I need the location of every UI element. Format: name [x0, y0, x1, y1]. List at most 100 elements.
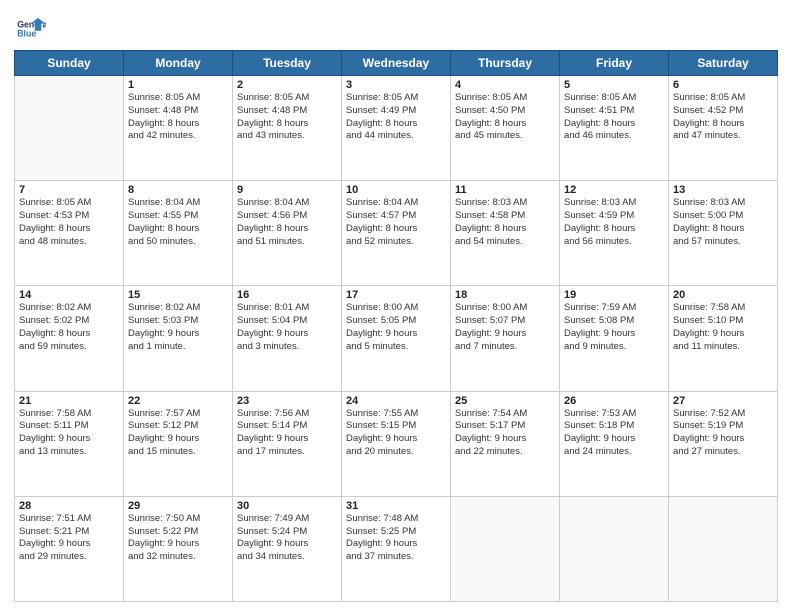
- day-info: Sunrise: 8:03 AM Sunset: 4:59 PM Dayligh…: [564, 197, 664, 248]
- day-info: Sunrise: 7:57 AM Sunset: 5:12 PM Dayligh…: [128, 408, 228, 459]
- day-number: 2: [237, 79, 337, 91]
- col-wednesday: Wednesday: [342, 51, 451, 76]
- day-info: Sunrise: 8:02 AM Sunset: 5:02 PM Dayligh…: [19, 302, 119, 353]
- day-info: Sunrise: 7:58 AM Sunset: 5:10 PM Dayligh…: [673, 302, 773, 353]
- calendar-cell: 15Sunrise: 8:02 AM Sunset: 5:03 PM Dayli…: [124, 286, 233, 391]
- day-number: 9: [237, 184, 337, 196]
- day-number: 22: [128, 395, 228, 407]
- calendar-cell: 3Sunrise: 8:05 AM Sunset: 4:49 PM Daylig…: [342, 76, 451, 181]
- col-sunday: Sunday: [15, 51, 124, 76]
- col-monday: Monday: [124, 51, 233, 76]
- calendar-cell: [560, 496, 669, 601]
- day-number: 26: [564, 395, 664, 407]
- day-info: Sunrise: 7:58 AM Sunset: 5:11 PM Dayligh…: [19, 408, 119, 459]
- day-info: Sunrise: 8:05 AM Sunset: 4:50 PM Dayligh…: [455, 92, 555, 143]
- day-info: Sunrise: 7:53 AM Sunset: 5:18 PM Dayligh…: [564, 408, 664, 459]
- day-info: Sunrise: 8:05 AM Sunset: 4:49 PM Dayligh…: [346, 92, 446, 143]
- calendar-cell: 25Sunrise: 7:54 AM Sunset: 5:17 PM Dayli…: [451, 391, 560, 496]
- day-number: 1: [128, 79, 228, 91]
- day-info: Sunrise: 7:48 AM Sunset: 5:25 PM Dayligh…: [346, 513, 446, 564]
- day-number: 24: [346, 395, 446, 407]
- day-info: Sunrise: 8:03 AM Sunset: 4:58 PM Dayligh…: [455, 197, 555, 248]
- page: General Blue Sunday Monday Tuesday Wedne…: [0, 0, 792, 612]
- day-number: 29: [128, 500, 228, 512]
- calendar-cell: 2Sunrise: 8:05 AM Sunset: 4:48 PM Daylig…: [233, 76, 342, 181]
- day-number: 27: [673, 395, 773, 407]
- day-number: 6: [673, 79, 773, 91]
- day-info: Sunrise: 8:05 AM Sunset: 4:53 PM Dayligh…: [19, 197, 119, 248]
- day-number: 28: [19, 500, 119, 512]
- calendar-cell: 24Sunrise: 7:55 AM Sunset: 5:15 PM Dayli…: [342, 391, 451, 496]
- calendar-cell: [669, 496, 778, 601]
- day-info: Sunrise: 7:59 AM Sunset: 5:08 PM Dayligh…: [564, 302, 664, 353]
- header: General Blue: [14, 10, 778, 42]
- day-number: 18: [455, 289, 555, 301]
- calendar-cell: 19Sunrise: 7:59 AM Sunset: 5:08 PM Dayli…: [560, 286, 669, 391]
- calendar-cell: 11Sunrise: 8:03 AM Sunset: 4:58 PM Dayli…: [451, 181, 560, 286]
- day-number: 12: [564, 184, 664, 196]
- calendar-cell: 27Sunrise: 7:52 AM Sunset: 5:19 PM Dayli…: [669, 391, 778, 496]
- day-info: Sunrise: 8:05 AM Sunset: 4:52 PM Dayligh…: [673, 92, 773, 143]
- day-info: Sunrise: 8:05 AM Sunset: 4:48 PM Dayligh…: [237, 92, 337, 143]
- logo: General Blue: [14, 10, 46, 42]
- day-number: 19: [564, 289, 664, 301]
- calendar-cell: 4Sunrise: 8:05 AM Sunset: 4:50 PM Daylig…: [451, 76, 560, 181]
- day-number: 30: [237, 500, 337, 512]
- day-info: Sunrise: 8:02 AM Sunset: 5:03 PM Dayligh…: [128, 302, 228, 353]
- day-info: Sunrise: 8:04 AM Sunset: 4:55 PM Dayligh…: [128, 197, 228, 248]
- day-number: 10: [346, 184, 446, 196]
- calendar-week-4: 21Sunrise: 7:58 AM Sunset: 5:11 PM Dayli…: [15, 391, 778, 496]
- day-number: 20: [673, 289, 773, 301]
- calendar-table: Sunday Monday Tuesday Wednesday Thursday…: [14, 50, 778, 602]
- day-number: 8: [128, 184, 228, 196]
- calendar-week-1: 1Sunrise: 8:05 AM Sunset: 4:48 PM Daylig…: [15, 76, 778, 181]
- calendar-cell: 30Sunrise: 7:49 AM Sunset: 5:24 PM Dayli…: [233, 496, 342, 601]
- day-number: 16: [237, 289, 337, 301]
- calendar-cell: 28Sunrise: 7:51 AM Sunset: 5:21 PM Dayli…: [15, 496, 124, 601]
- calendar-cell: 10Sunrise: 8:04 AM Sunset: 4:57 PM Dayli…: [342, 181, 451, 286]
- calendar-cell: 14Sunrise: 8:02 AM Sunset: 5:02 PM Dayli…: [15, 286, 124, 391]
- calendar-cell: 5Sunrise: 8:05 AM Sunset: 4:51 PM Daylig…: [560, 76, 669, 181]
- calendar-cell: 8Sunrise: 8:04 AM Sunset: 4:55 PM Daylig…: [124, 181, 233, 286]
- calendar-cell: 22Sunrise: 7:57 AM Sunset: 5:12 PM Dayli…: [124, 391, 233, 496]
- day-number: 25: [455, 395, 555, 407]
- calendar-week-5: 28Sunrise: 7:51 AM Sunset: 5:21 PM Dayli…: [15, 496, 778, 601]
- calendar-cell: 23Sunrise: 7:56 AM Sunset: 5:14 PM Dayli…: [233, 391, 342, 496]
- day-number: 23: [237, 395, 337, 407]
- day-number: 3: [346, 79, 446, 91]
- calendar-cell: [451, 496, 560, 601]
- col-friday: Friday: [560, 51, 669, 76]
- calendar-cell: 12Sunrise: 8:03 AM Sunset: 4:59 PM Dayli…: [560, 181, 669, 286]
- day-info: Sunrise: 8:05 AM Sunset: 4:48 PM Dayligh…: [128, 92, 228, 143]
- calendar-cell: 7Sunrise: 8:05 AM Sunset: 4:53 PM Daylig…: [15, 181, 124, 286]
- col-tuesday: Tuesday: [233, 51, 342, 76]
- calendar-cell: [15, 76, 124, 181]
- col-thursday: Thursday: [451, 51, 560, 76]
- col-saturday: Saturday: [669, 51, 778, 76]
- day-number: 4: [455, 79, 555, 91]
- day-info: Sunrise: 8:04 AM Sunset: 4:56 PM Dayligh…: [237, 197, 337, 248]
- day-info: Sunrise: 7:54 AM Sunset: 5:17 PM Dayligh…: [455, 408, 555, 459]
- logo-icon: General Blue: [14, 10, 46, 42]
- calendar-cell: 26Sunrise: 7:53 AM Sunset: 5:18 PM Dayli…: [560, 391, 669, 496]
- day-number: 7: [19, 184, 119, 196]
- day-info: Sunrise: 8:00 AM Sunset: 5:07 PM Dayligh…: [455, 302, 555, 353]
- calendar-cell: 17Sunrise: 8:00 AM Sunset: 5:05 PM Dayli…: [342, 286, 451, 391]
- day-info: Sunrise: 7:56 AM Sunset: 5:14 PM Dayligh…: [237, 408, 337, 459]
- day-number: 21: [19, 395, 119, 407]
- calendar-cell: 9Sunrise: 8:04 AM Sunset: 4:56 PM Daylig…: [233, 181, 342, 286]
- calendar-cell: 31Sunrise: 7:48 AM Sunset: 5:25 PM Dayli…: [342, 496, 451, 601]
- day-info: Sunrise: 8:00 AM Sunset: 5:05 PM Dayligh…: [346, 302, 446, 353]
- calendar-cell: 29Sunrise: 7:50 AM Sunset: 5:22 PM Dayli…: [124, 496, 233, 601]
- calendar-cell: 16Sunrise: 8:01 AM Sunset: 5:04 PM Dayli…: [233, 286, 342, 391]
- day-number: 13: [673, 184, 773, 196]
- calendar-cell: 1Sunrise: 8:05 AM Sunset: 4:48 PM Daylig…: [124, 76, 233, 181]
- calendar-cell: 18Sunrise: 8:00 AM Sunset: 5:07 PM Dayli…: [451, 286, 560, 391]
- day-info: Sunrise: 8:03 AM Sunset: 5:00 PM Dayligh…: [673, 197, 773, 248]
- calendar-cell: 20Sunrise: 7:58 AM Sunset: 5:10 PM Dayli…: [669, 286, 778, 391]
- day-info: Sunrise: 7:51 AM Sunset: 5:21 PM Dayligh…: [19, 513, 119, 564]
- calendar-cell: 13Sunrise: 8:03 AM Sunset: 5:00 PM Dayli…: [669, 181, 778, 286]
- calendar-week-2: 7Sunrise: 8:05 AM Sunset: 4:53 PM Daylig…: [15, 181, 778, 286]
- day-number: 17: [346, 289, 446, 301]
- day-info: Sunrise: 8:05 AM Sunset: 4:51 PM Dayligh…: [564, 92, 664, 143]
